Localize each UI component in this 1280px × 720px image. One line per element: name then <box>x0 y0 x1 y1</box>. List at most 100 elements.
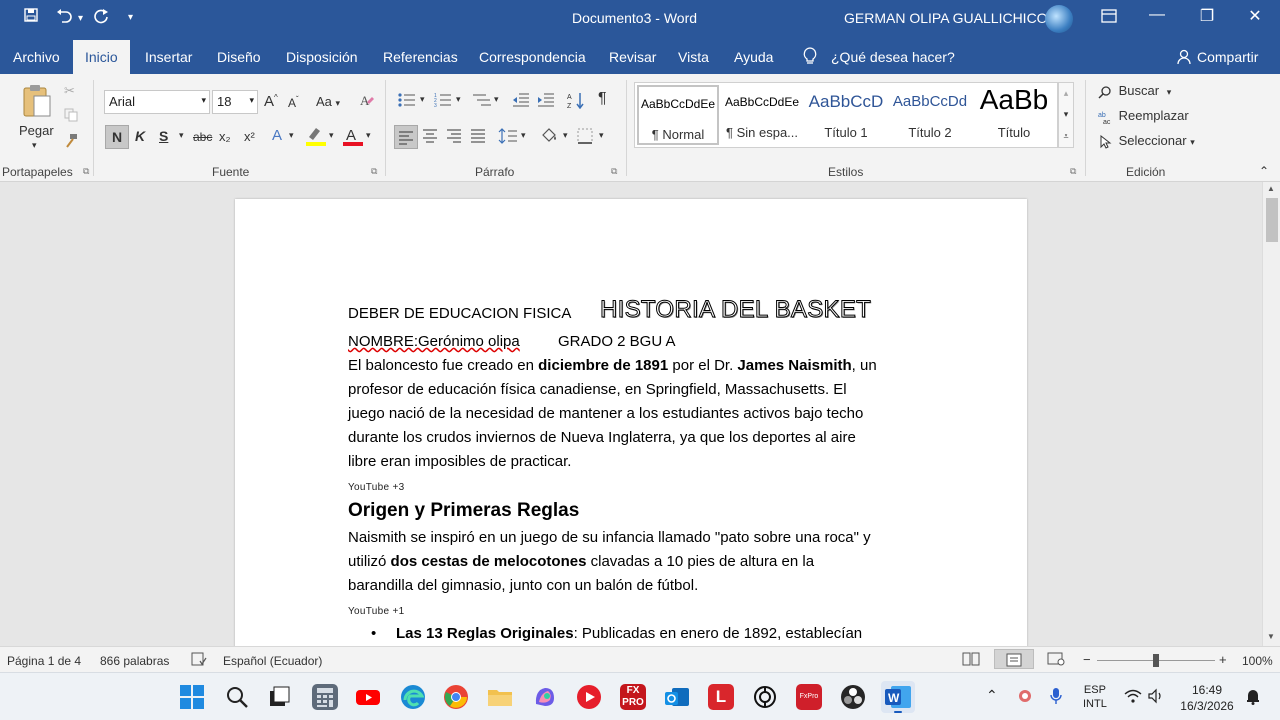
increase-indent-icon[interactable] <box>537 92 555 108</box>
bullets-icon[interactable] <box>398 92 416 108</box>
align-center-icon[interactable] <box>421 127 439 145</box>
tab-vista[interactable]: Vista <box>678 49 709 65</box>
word-app-icon[interactable]: W <box>881 681 915 713</box>
avatar[interactable] <box>1045 5 1073 33</box>
youtube-icon[interactable] <box>355 684 381 710</box>
chevron-down-icon[interactable]: ▾ <box>521 130 526 141</box>
save-icon[interactable] <box>24 8 38 22</box>
vertical-scrollbar[interactable]: ▲ ▼ <box>1262 182 1280 646</box>
fxpro-app-icon[interactable]: FxPro <box>796 684 822 710</box>
tab-correspondencia[interactable]: Correspondencia <box>479 49 586 65</box>
multilevel-list-icon[interactable] <box>472 92 492 108</box>
web-layout-icon[interactable] <box>1047 652 1065 666</box>
style-normal[interactable]: AaBbCcDdEe ¶ Normal <box>637 85 719 145</box>
chevron-down-icon[interactable]: ▾ <box>599 130 604 141</box>
l-app-icon[interactable]: L <box>708 684 734 710</box>
tab-insertar[interactable]: Insertar <box>145 49 192 65</box>
paragraph-launcher-icon[interactable]: ⧉ <box>611 166 617 177</box>
borders-icon[interactable] <box>576 127 594 145</box>
user-name[interactable]: GERMAN OLIPA GUALLICHICO <box>844 10 1048 26</box>
tell-me-search[interactable]: ¿Qué desea hacer? <box>831 49 955 65</box>
task-view-icon[interactable] <box>267 684 293 710</box>
replace-button[interactable]: ab ac Reemplazar <box>1098 108 1189 124</box>
show-formatting-marks-button[interactable]: ¶ <box>598 90 607 108</box>
font-size-select[interactable]: 18 ▾ <box>212 90 258 114</box>
undo-dropdown-icon[interactable]: ▾ <box>78 13 83 24</box>
customize-toolbar-icon[interactable]: ▾ <box>128 12 133 23</box>
redo-icon[interactable] <box>93 8 109 24</box>
print-layout-icon[interactable] <box>994 649 1034 669</box>
media-player-icon[interactable] <box>576 684 602 710</box>
language-switcher[interactable]: ESP INTL <box>1083 683 1107 711</box>
style-title[interactable]: AaBb Título <box>973 84 1055 145</box>
page-count[interactable]: Página 1 de 4 <box>7 654 81 668</box>
sort-icon[interactable]: AZ <box>567 91 585 109</box>
numbering-icon[interactable]: 123 <box>434 92 452 108</box>
paste-dropdown-icon[interactable]: ▾ <box>32 140 37 151</box>
style-heading-1[interactable]: AaBbCcD Título 1 <box>805 85 887 145</box>
tab-referencias[interactable]: Referencias <box>383 49 458 65</box>
font-color-icon[interactable]: A <box>342 125 364 147</box>
chevron-down-icon[interactable]: ▾ <box>456 94 461 105</box>
word-count[interactable]: 866 palabras <box>100 654 169 668</box>
shading-icon[interactable] <box>540 126 560 146</box>
underline-dropdown-icon[interactable]: ▾ <box>179 130 184 141</box>
chevron-down-icon[interactable]: ▾ <box>329 130 334 141</box>
tab-archivo[interactable]: Archivo <box>13 49 60 65</box>
scroll-up-icon[interactable]: ▲ <box>1267 184 1275 193</box>
chevron-up-icon[interactable]: ▴ <box>1059 83 1073 103</box>
paste-button[interactable]: Pegar <box>19 123 54 138</box>
chevron-down-icon[interactable]: ▾ <box>563 130 568 141</box>
find-button[interactable]: Buscar ▾ <box>1098 83 1171 99</box>
person-icon[interactable] <box>1176 49 1192 65</box>
copy-icon[interactable] <box>64 108 78 122</box>
text-effects-icon[interactable]: A <box>272 127 282 144</box>
share-button[interactable]: Compartir <box>1197 49 1258 65</box>
italic-button[interactable]: K <box>135 128 145 144</box>
fx-pro-app-icon[interactable]: FX PRO <box>620 684 646 710</box>
underline-button[interactable]: S <box>159 128 168 144</box>
zoom-level[interactable]: 100% <box>1242 654 1273 668</box>
file-explorer-icon[interactable] <box>487 684 513 710</box>
align-right-icon[interactable] <box>445 127 463 145</box>
undo-icon[interactable] <box>55 8 73 24</box>
close-button[interactable]: ✕ <box>1232 6 1278 26</box>
obs-icon[interactable] <box>840 684 866 710</box>
wifi-icon[interactable] <box>1124 688 1142 704</box>
chevron-down-icon[interactable]: ▾ <box>366 130 371 141</box>
edge-browser-icon[interactable] <box>400 684 426 710</box>
cut-icon[interactable]: ✂ <box>64 83 75 99</box>
microphone-icon[interactable] <box>1049 687 1063 705</box>
highlight-icon[interactable] <box>305 125 327 147</box>
scroll-down-icon[interactable]: ▼ <box>1267 632 1275 641</box>
chevron-down-icon[interactable]: ▾ <box>289 130 294 141</box>
proofing-icon[interactable] <box>191 652 207 666</box>
zoom-out-button[interactable]: − <box>1083 652 1091 667</box>
zoom-in-button[interactable]: + <box>1219 652 1227 667</box>
change-case-button[interactable]: Aa ▾ <box>316 94 340 109</box>
notifications-icon[interactable] <box>1245 687 1261 705</box>
maximize-button[interactable]: ❐ <box>1184 6 1230 26</box>
decrease-indent-icon[interactable] <box>512 92 530 108</box>
show-hidden-icons-icon[interactable]: ⌃ <box>986 687 998 704</box>
tray-app-icon[interactable] <box>1017 688 1033 704</box>
format-painter-icon[interactable] <box>63 133 79 149</box>
shrink-font-button[interactable]: Aˇ <box>288 95 299 110</box>
calculator-icon[interactable] <box>312 684 338 710</box>
search-icon[interactable] <box>224 684 250 710</box>
tab-revisar[interactable]: Revisar <box>609 49 656 65</box>
document-page[interactable]: DEBER DE EDUCACION FISICA HISTORIA DEL B… <box>235 199 1027 646</box>
volume-icon[interactable] <box>1147 688 1165 704</box>
copilot-icon[interactable] <box>532 684 558 710</box>
read-mode-icon[interactable] <box>962 652 980 666</box>
windows-start-icon[interactable] <box>179 684 205 710</box>
style-no-spacing[interactable]: AaBbCcDdEe ¶ Sin espa... <box>721 85 803 145</box>
strikethrough-button[interactable]: abc <box>193 130 212 144</box>
lightbulb-icon[interactable] <box>802 47 818 65</box>
justify-icon[interactable] <box>469 127 487 145</box>
font-launcher-icon[interactable]: ⧉ <box>371 166 377 177</box>
tab-ayuda[interactable]: Ayuda <box>734 49 773 65</box>
align-left-button[interactable] <box>394 125 418 149</box>
more-styles-icon[interactable]: ⩡ <box>1059 125 1073 147</box>
chevron-down-icon[interactable]: ▾ <box>494 94 499 105</box>
